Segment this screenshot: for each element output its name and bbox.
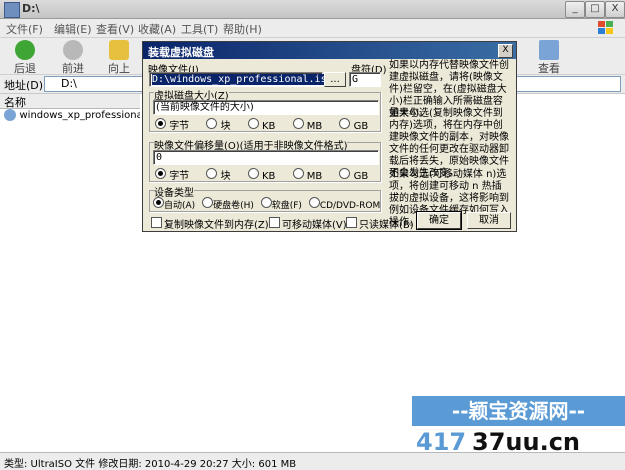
up-label: 向上 [108,62,130,75]
unit-label: KB [261,121,276,132]
address-label: 地址(D) [4,79,44,92]
image-file-input[interactable]: D:\windows_xp_professional.iso [149,72,333,87]
dialog-title-bar: 装载虚拟磁盘 X [143,42,516,59]
back-label: 后退 [14,62,36,75]
unit-label: 块 [220,171,231,182]
removable-label: 可移动媒体(V) [282,220,347,231]
removable-checkbox[interactable] [269,217,280,228]
device-label: 自动(A) [164,201,196,211]
mount-virtual-disk-dialog: 装载虚拟磁盘 X 映像文件(I) 盘符(D) D:\windows_xp_pro… [142,41,517,232]
menu-tools[interactable]: 工具(T) [181,21,218,37]
unit-label: MB [306,121,323,132]
status-bar: 类型: UltraISO 文件 修改日期: 2010-4-29 20:27 大小… [0,452,625,470]
offset-input[interactable]: 0 [153,150,379,165]
watermark-banner: --颖宝资源网-- [412,396,625,426]
status-text: 类型: UltraISO 文件 修改日期: 2010-4-29 20:27 大小… [4,459,297,470]
offset-unit-radio[interactable] [339,168,351,179]
minimize-button[interactable]: _ [565,1,585,18]
disk-size-input[interactable]: (当前映像文件的大小) [153,100,379,115]
folder-icon [4,2,20,18]
device-label: 软盘(F) [271,201,302,211]
back-arrow-icon [15,40,35,60]
offset-unit-radio[interactable] [292,168,304,179]
size-unit-radio[interactable] [155,118,166,129]
size-unit-radio[interactable] [247,118,259,129]
readonly-checkbox[interactable] [346,217,357,228]
size-unit-radio[interactable] [292,118,304,129]
offset-unit-radio[interactable] [206,168,218,179]
menu-file[interactable]: 文件(F) [6,21,43,37]
forward-label: 前进 [62,62,84,75]
menu-help[interactable]: 帮助(H) [223,21,262,37]
unit-label: MB [306,171,323,182]
size-unit-radio[interactable] [206,118,218,129]
menu-view[interactable]: 查看(V) [96,21,134,37]
back-button[interactable]: 后退 [10,40,40,76]
close-button[interactable]: X [605,1,625,18]
up-button[interactable]: 向上 [104,40,134,76]
iso-file-icon [4,109,16,121]
cancel-button[interactable]: 取消 [467,212,511,229]
unit-label: 块 [220,121,231,132]
maximize-button[interactable]: □ [585,1,605,18]
dialog-title: 装载虚拟磁盘 [148,46,214,59]
browse-button[interactable]: ... [324,72,346,87]
forward-button[interactable]: 前进 [58,40,88,76]
dialog-close-button[interactable]: X [498,44,513,58]
offset-unit-radio[interactable] [155,168,166,179]
device-radio-hdd[interactable] [202,197,214,208]
view-label: 查看 [538,62,560,75]
device-label: 硬盘卷(H) [213,201,254,211]
address-value: D:\ [61,77,77,90]
drive-letter-select[interactable]: G [349,72,381,87]
device-radio-cdrom[interactable] [308,197,320,208]
unit-label: 字节 [169,171,190,182]
unit-label: 字节 [169,121,190,132]
view-grid-icon [539,40,559,60]
size-unit-radio[interactable] [339,118,351,129]
unit-label: GB [353,121,369,132]
view-button[interactable]: 查看 [534,40,564,76]
copy-to-memory-checkbox[interactable] [151,217,162,228]
column-header-name[interactable]: 名称 [0,94,140,109]
unit-label: KB [261,171,276,182]
title-bar: D:\ _ □ X [0,0,625,19]
ok-button[interactable]: 确定 [416,211,462,230]
window-title: D:\ [22,2,40,15]
device-label: CD/DVD-ROM [319,201,381,211]
device-radio-auto[interactable] [153,197,164,208]
image-file-value: D:\windows_xp_professional.iso [152,74,333,85]
offset-unit-options: 字节 块 KB MB GB [155,167,368,182]
folder-up-icon [109,40,129,60]
windows-logo-icon [598,21,613,34]
device-radio-floppy[interactable] [260,197,272,208]
offset-unit-radio[interactable] [247,168,259,179]
size-unit-options: 字节 块 KB MB GB [155,117,368,132]
menu-favorites[interactable]: 收藏(A) [138,21,176,37]
menu-bar: 文件(F) 编辑(E) 查看(V) 收藏(A) 工具(T) 帮助(H) [0,19,625,38]
device-type-options: 自动(A) 硬盘卷(H) 软盘(F) CD/DVD-ROM [153,197,380,211]
menu-edit[interactable]: 编辑(E) [54,21,92,37]
copy-to-memory-label: 复制映像文件到内存(Z) [164,220,269,231]
list-item[interactable]: windows_xp_professional.iso [4,108,163,121]
unit-label: GB [353,171,369,182]
forward-arrow-icon [63,40,83,60]
